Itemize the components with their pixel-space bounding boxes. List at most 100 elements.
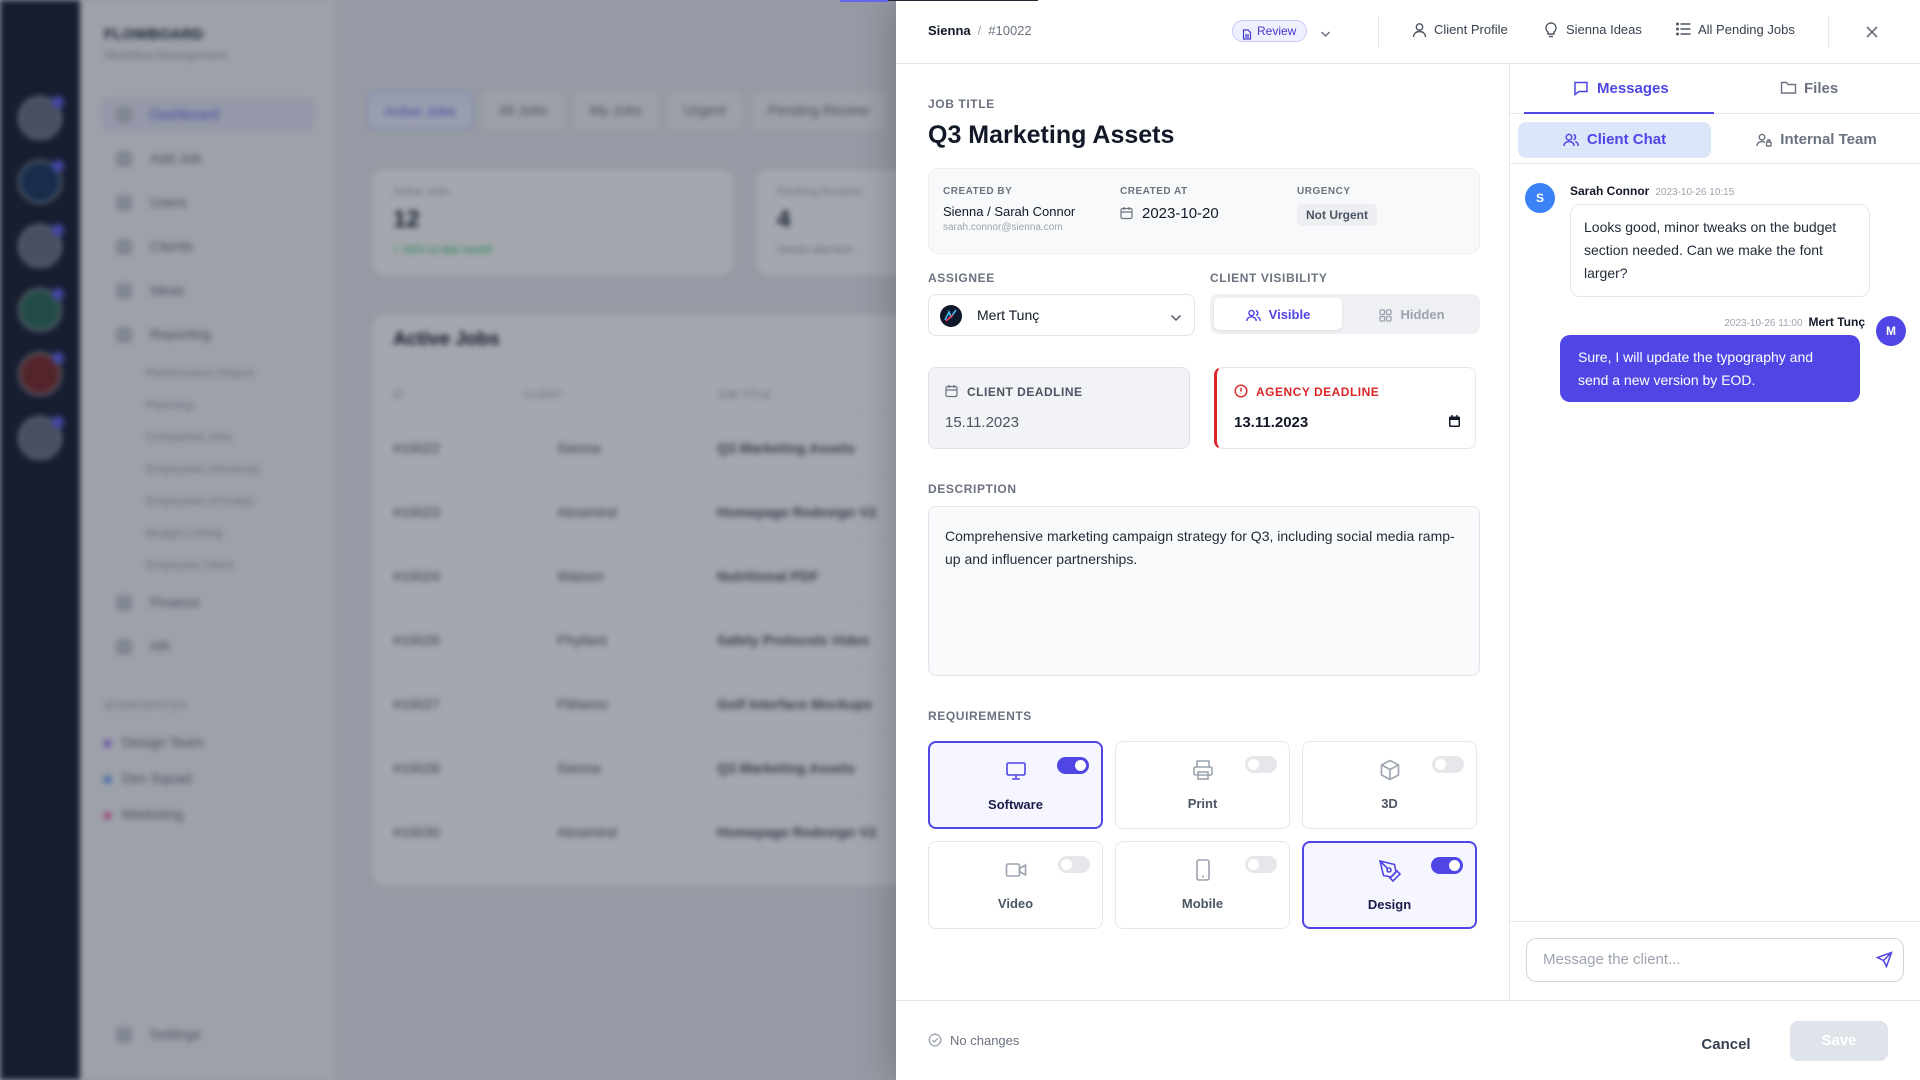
message-composer: Message the client... [1510, 921, 1920, 1000]
requirement-toggle[interactable] [1431, 857, 1463, 874]
job-title-label: JOB TITLE [928, 97, 995, 111]
assignee-select[interactable]: Mert Tunç [928, 294, 1195, 336]
avatar: M [1876, 316, 1906, 346]
requirement-software[interactable]: Software [928, 741, 1103, 829]
client-visibility-label: CLIENT VISIBILITY [1210, 271, 1328, 285]
requirement-label: Design [1367, 897, 1412, 912]
requirement-design[interactable]: Design [1302, 841, 1477, 929]
calendar-icon [1120, 207, 1133, 220]
job-meta-card: CREATED BY Sienna / Sarah Connor sarah.c… [928, 168, 1480, 254]
job-title[interactable]: Q3 Marketing Assets [928, 121, 1174, 150]
breadcrumb-client[interactable]: Sienna [928, 23, 971, 38]
created-at-block: CREATED AT 2023-10-20 [1120, 186, 1219, 222]
avatar: S [1525, 183, 1555, 213]
save-button[interactable]: Save [1790, 1021, 1888, 1061]
requirement-toggle[interactable] [1058, 856, 1090, 873]
created-at-text: 2023-10-20 [1142, 205, 1219, 222]
tab-files-label: Files [1804, 80, 1839, 97]
sienna-ideas-link[interactable]: Sienna Ideas [1544, 22, 1642, 38]
requirement-video[interactable]: Video [928, 841, 1103, 929]
message-input[interactable]: Message the client... [1526, 938, 1904, 982]
client-deadline-label-text: CLIENT DEADLINE [967, 385, 1083, 399]
message-icon [1574, 81, 1588, 96]
created-by-email: sarah.connor@sienna.com [943, 222, 1063, 233]
description-label: DESCRIPTION [928, 482, 1017, 496]
pen-tool-icon [1378, 859, 1402, 888]
chat-panel: Messages Files Client Chat Internal Team… [1509, 64, 1920, 1000]
message-bubble: Sure, I will update the typography and s… [1560, 335, 1860, 402]
client-deadline-value: 15.11.2023 [945, 414, 1019, 431]
close-button[interactable] [1862, 22, 1882, 42]
urgency-badge: Not Urgent [1297, 204, 1377, 226]
created-by-label: CREATED BY [943, 186, 1013, 197]
all-pending-jobs-link[interactable]: All Pending Jobs [1676, 22, 1795, 37]
chevron-down-icon [1170, 309, 1182, 327]
description-textarea[interactable]: Comprehensive marketing campaign strateg… [928, 506, 1480, 676]
requirement-toggle[interactable] [1245, 856, 1277, 873]
breadcrumb-separator: / [977, 23, 982, 38]
chevron-down-icon[interactable] [1320, 25, 1331, 43]
message-time: 2023-10-26 11:00 [1724, 318, 1803, 329]
drawer-footer: No changes Cancel Save [896, 1000, 1920, 1080]
requirement-toggle[interactable] [1432, 756, 1464, 773]
send-button[interactable] [1875, 951, 1893, 973]
progress-indicator [840, 0, 888, 2]
header-divider [1828, 16, 1829, 48]
requirement-mobile[interactable]: Mobile [1115, 841, 1290, 929]
message-bubble: Looks good, minor tweaks on the budget s… [1570, 204, 1870, 297]
requirement-toggle[interactable] [1245, 756, 1277, 773]
tab-internal-team[interactable]: Internal Team [1720, 122, 1913, 158]
status-badge[interactable]: Review [1232, 20, 1308, 42]
visibility-visible-label: Visible [1268, 307, 1311, 322]
agency-deadline-field[interactable]: AGENCY DEADLINE 13.11.2023 [1214, 367, 1476, 449]
message-time: 2023-10-26 10:15 [1655, 187, 1735, 198]
printer-icon [1191, 758, 1215, 787]
chat-subtabs: Client Chat Internal Team [1510, 114, 1920, 164]
requirements-label: REQUIREMENTS [928, 709, 1032, 723]
tab-client-chat[interactable]: Client Chat [1518, 122, 1711, 158]
tab-internal-team-label: Internal Team [1780, 131, 1877, 148]
requirement-3d[interactable]: 3D [1302, 741, 1477, 829]
users-icon [1245, 309, 1261, 322]
agency-deadline-label-text: AGENCY DEADLINE [1256, 385, 1380, 399]
sienna-ideas-label: Sienna Ideas [1566, 22, 1642, 37]
requirement-label: Print [1187, 796, 1218, 811]
message-author: Sarah Connor [1570, 184, 1650, 198]
requirement-label: 3D [1381, 796, 1398, 811]
created-at-value: 2023-10-20 [1120, 205, 1219, 222]
requirement-toggle[interactable] [1057, 757, 1089, 774]
folder-icon [1780, 81, 1797, 94]
close-icon [1866, 26, 1878, 38]
visibility-hidden-option[interactable]: Hidden [1348, 298, 1476, 330]
client-profile-link[interactable]: Client Profile [1412, 22, 1508, 38]
client-visibility-toggle: Visible Hidden [1210, 294, 1480, 334]
visibility-visible-option[interactable]: Visible [1214, 298, 1342, 330]
client-deadline-field[interactable]: CLIENT DEADLINE 15.11.2023 [928, 367, 1190, 449]
tab-files[interactable]: Files [1780, 80, 1838, 97]
calendar-icon[interactable] [1448, 414, 1461, 433]
assignee-name: Mert Tunç [977, 307, 1040, 323]
breadcrumb: Sienna / #10022 [928, 23, 1032, 38]
cancel-button[interactable]: Cancel [1682, 1025, 1770, 1065]
agency-deadline-label: AGENCY DEADLINE [1234, 384, 1380, 399]
tab-messages-label: Messages [1597, 80, 1669, 97]
mobile-icon [1191, 858, 1215, 887]
grid-icon [1379, 309, 1393, 322]
user-lock-icon [1756, 133, 1772, 147]
agency-deadline-value: 13.11.2023 [1234, 414, 1309, 431]
requirement-label: Mobile [1181, 896, 1224, 911]
lightbulb-icon [1545, 22, 1557, 38]
chat-tabs: Messages Files [1510, 64, 1920, 114]
requirement-label: Software [988, 797, 1043, 812]
requirement-print[interactable]: Print [1115, 741, 1290, 829]
job-detail-drawer: Sienna / #10022 Review Client Profile Sien… [840, 0, 1920, 1080]
avatar [940, 305, 962, 327]
message-meta: Sarah Connor 2023-10-26 10:15 [1570, 184, 1734, 198]
created-at-label: CREATED AT [1120, 186, 1188, 197]
send-icon [1875, 951, 1893, 969]
cube-icon [1378, 758, 1402, 787]
tab-messages[interactable]: Messages [1573, 80, 1669, 97]
tab-client-chat-label: Client Chat [1586, 131, 1667, 148]
document-icon [1242, 26, 1252, 46]
users-icon [1563, 133, 1579, 147]
